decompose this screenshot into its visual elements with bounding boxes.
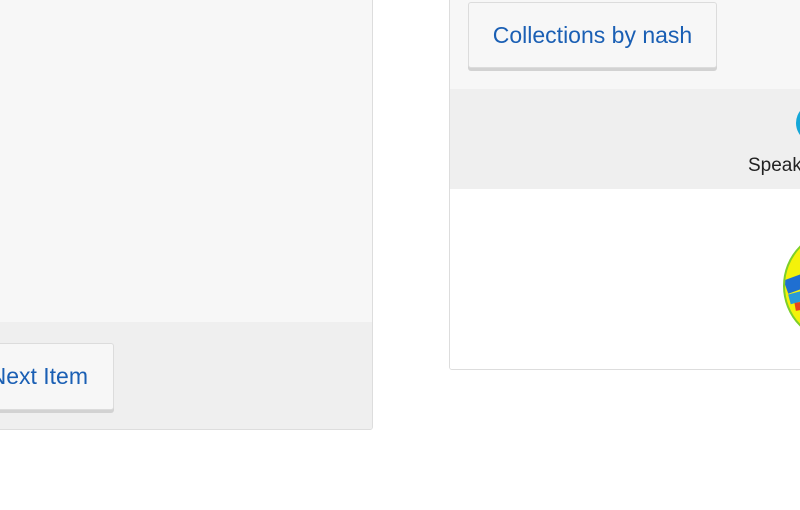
collection-body bbox=[450, 189, 800, 369]
collections-button-label: Collections by nash bbox=[492, 21, 693, 48]
next-item-label: Next Item bbox=[0, 363, 88, 389]
speaker-band: Speak bbox=[450, 89, 800, 189]
collections-header: Collections by nash bbox=[450, 0, 800, 89]
next-item-button[interactable]: Next Item bbox=[0, 343, 114, 410]
collections-by-user-button[interactable]: Collections by nash bbox=[468, 2, 717, 68]
item-content-area bbox=[0, 0, 372, 322]
thumbnail-stripe-blue bbox=[785, 270, 800, 294]
speaker-label[interactable]: Speak bbox=[748, 155, 800, 177]
collections-panel: Collections by nash Speak bbox=[449, 0, 800, 370]
speaker-avatar[interactable] bbox=[796, 103, 800, 143]
collection-thumbnail[interactable] bbox=[783, 229, 800, 343]
page: Next Item Collections by nash Speak bbox=[0, 0, 800, 510]
